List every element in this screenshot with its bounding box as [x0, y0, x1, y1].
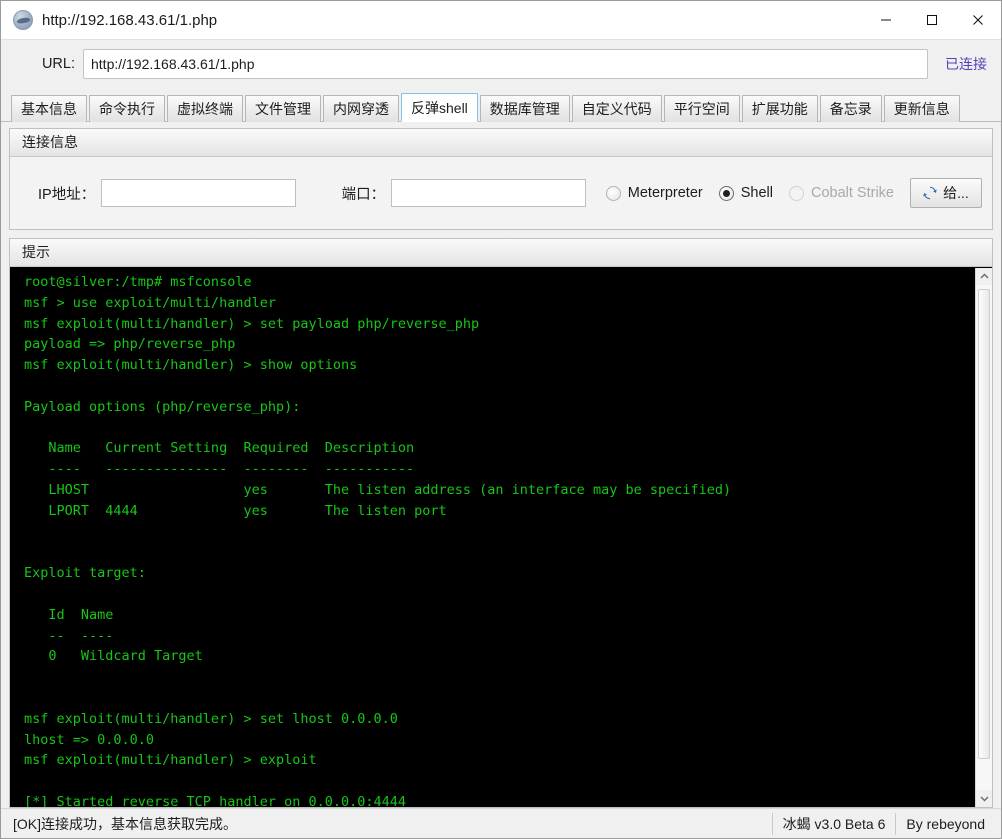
payload-type-radio-group: Meterpreter Shell Cobalt Strike	[605, 185, 910, 201]
url-bar: URL: http://192.168.43.61/1.php 已连接	[1, 40, 1001, 88]
status-bar: [OK]连接成功，基本信息获取完成。 冰蝎 v3.0 Beta 6 By reb…	[1, 808, 1001, 838]
tab-intranet-tunnel[interactable]: 内网穿透	[323, 95, 399, 122]
chevron-up-icon	[980, 273, 988, 279]
tab-content-reverse-shell: 连接信息 IP地址： 端口： Meterpreter Shell Cobalt …	[1, 122, 1001, 808]
radio-meterpreter-label: Meterpreter	[627, 185, 703, 201]
tab-memo[interactable]: 备忘录	[819, 95, 882, 122]
tab-virtual-terminal[interactable]: 虚拟终端	[167, 95, 243, 122]
radio-shell-label: Shell	[740, 185, 773, 201]
ip-address-input[interactable]	[101, 179, 296, 207]
connection-info-title: 连接信息	[10, 129, 992, 157]
tab-basic-info[interactable]: 基本信息	[11, 95, 87, 122]
submit-button-label: 给...	[943, 185, 969, 201]
status-version: 冰蝎 v3.0 Beta 6	[771, 812, 896, 835]
radio-meterpreter[interactable]: Meterpreter	[605, 185, 703, 201]
tab-file-manager[interactable]: 文件管理	[245, 95, 321, 122]
scrollbar-down-button[interactable]	[976, 790, 992, 807]
port-label: 端口：	[341, 186, 386, 203]
status-message: [OK]连接成功，基本信息获取完成。	[13, 815, 238, 832]
tab-custom-code[interactable]: 自定义代码	[571, 95, 662, 122]
main-tab-bar: 基本信息 命令执行 虚拟终端 文件管理 内网穿透 反弹shell 数据库管理 自…	[1, 88, 1001, 122]
close-button[interactable]	[955, 1, 1001, 39]
tab-parallel-space[interactable]: 平行空间	[663, 95, 740, 122]
radio-circle-disabled-icon	[788, 185, 804, 201]
application-window: http://192.168.43.61/1.php URL: http://1…	[0, 0, 1002, 839]
window-controls	[863, 1, 1001, 39]
sync-icon	[923, 186, 937, 200]
tab-extensions[interactable]: 扩展功能	[741, 95, 818, 122]
minimize-button[interactable]	[863, 1, 909, 39]
submit-reverse-shell-button[interactable]: 给...	[910, 178, 982, 208]
radio-cobalt-strike-label: Cobalt Strike	[810, 185, 894, 201]
window-title: http://192.168.43.61/1.php	[42, 11, 218, 29]
radio-circle-icon	[605, 185, 621, 201]
tip-title: 提示	[10, 239, 992, 267]
ip-address-label: IP地址：	[38, 186, 96, 203]
scrollbar-thumb[interactable]	[978, 289, 990, 759]
app-logo-icon	[13, 10, 33, 30]
tip-panel: 提示 root@silver:/tmp# msfconsole msf > us…	[9, 238, 993, 808]
terminal-scrollbar[interactable]	[975, 268, 992, 807]
connection-form-row: IP地址： 端口： Meterpreter Shell Cobalt Strik…	[10, 157, 992, 229]
url-input[interactable]: http://192.168.43.61/1.php	[83, 49, 928, 79]
connection-info-panel: 连接信息 IP地址： 端口： Meterpreter Shell Cobalt …	[9, 128, 993, 230]
radio-cobalt-strike: Cobalt Strike	[788, 185, 894, 201]
maximize-button[interactable]	[909, 1, 955, 39]
port-input[interactable]	[391, 179, 586, 207]
tab-update-info[interactable]: 更新信息	[883, 95, 960, 122]
terminal-container: root@silver:/tmp# msfconsole msf > use e…	[10, 267, 992, 807]
tab-database-manager[interactable]: 数据库管理	[479, 95, 570, 122]
url-label: URL:	[41, 56, 75, 72]
tab-reverse-shell[interactable]: 反弹shell	[401, 93, 478, 122]
connection-status-link[interactable]: 已连接	[945, 54, 987, 74]
radio-shell[interactable]: Shell	[718, 185, 773, 201]
status-bar-right: 冰蝎 v3.0 Beta 6 By rebeyond	[771, 812, 995, 835]
chevron-down-icon	[980, 796, 988, 802]
terminal-output: root@silver:/tmp# msfconsole msf > use e…	[10, 268, 975, 807]
radio-circle-selected-icon	[718, 185, 734, 201]
scrollbar-up-button[interactable]	[976, 268, 992, 285]
status-author: By rebeyond	[895, 812, 995, 835]
title-bar: http://192.168.43.61/1.php	[1, 1, 1001, 40]
tab-command-exec[interactable]: 命令执行	[89, 95, 165, 122]
scrollbar-track[interactable]	[976, 285, 992, 790]
